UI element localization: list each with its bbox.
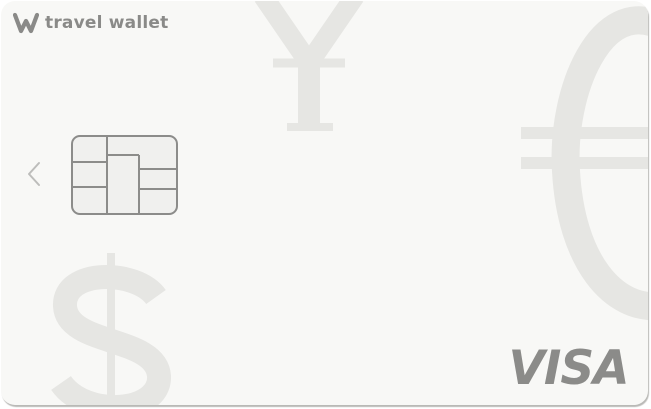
previous-card-button[interactable]	[21, 157, 47, 193]
emv-chip	[71, 135, 178, 215]
brand-name: travel wallet	[45, 13, 169, 33]
chevron-left-icon	[28, 162, 40, 186]
visa-logo: VISA	[508, 340, 629, 396]
chip-icon	[71, 135, 178, 215]
wallet-w-icon	[13, 12, 39, 34]
dollar-watermark-icon	[51, 253, 171, 405]
brand-logo: travel wallet	[13, 11, 168, 35]
yen-watermark-icon	[254, 1, 364, 131]
payment-card[interactable]: travel wallet VISA	[1, 1, 648, 405]
euro-watermark-icon	[521, 6, 648, 320]
